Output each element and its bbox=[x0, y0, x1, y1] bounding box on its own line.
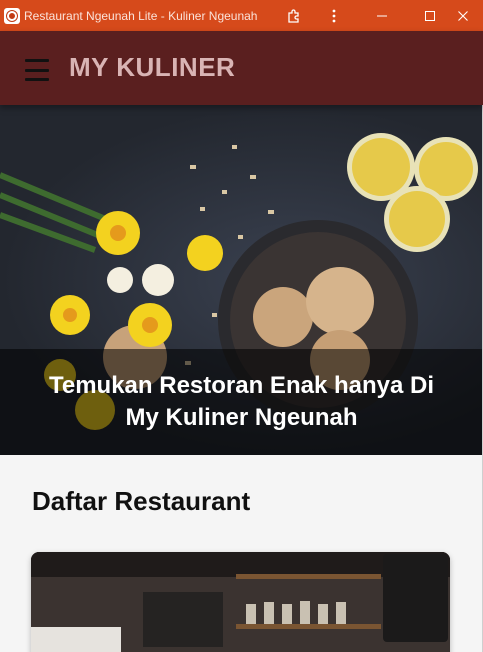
app-header: MY KULINER bbox=[0, 31, 483, 105]
window-title: Restaurant Ngeunah Lite - Kuliner Ngeuna… bbox=[24, 8, 258, 23]
close-button[interactable] bbox=[443, 0, 483, 31]
puzzle-icon-glyph bbox=[288, 8, 299, 23]
restaurant-card-image bbox=[31, 552, 450, 652]
close-icon bbox=[458, 10, 468, 21]
hero-caption: Temukan Restoran Enak hanya Di My Kuline… bbox=[0, 349, 483, 455]
brand-title[interactable]: MY KULINER bbox=[69, 52, 235, 83]
hamburger-icon[interactable] bbox=[25, 59, 49, 81]
minimize-button[interactable] bbox=[362, 0, 402, 31]
app-window: Restaurant Ngeunah Lite - Kuliner Ngeuna… bbox=[0, 0, 483, 652]
minimize-icon bbox=[377, 15, 387, 16]
app-icon bbox=[4, 7, 20, 24]
puzzle-icon[interactable] bbox=[274, 0, 314, 31]
more-vertical-icon[interactable] bbox=[314, 0, 354, 31]
restaurant-card[interactable] bbox=[31, 552, 450, 652]
hero-banner: Temukan Restoran Enak hanya Di My Kuline… bbox=[0, 105, 483, 455]
more-vertical-glyph bbox=[332, 9, 336, 22]
window-titlebar[interactable]: Restaurant Ngeunah Lite - Kuliner Ngeuna… bbox=[0, 0, 483, 31]
maximize-icon bbox=[425, 10, 435, 21]
section-title: Daftar Restaurant bbox=[32, 486, 251, 516]
hero-heading: Temukan Restoran Enak hanya Di My Kuline… bbox=[48, 372, 434, 431]
